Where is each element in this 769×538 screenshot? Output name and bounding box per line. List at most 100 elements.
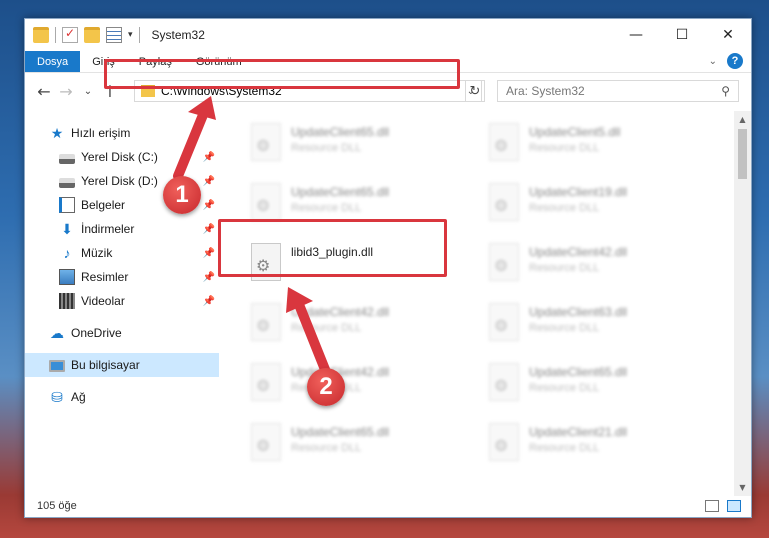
pin-icon: 📌 bbox=[202, 247, 215, 259]
help-icon[interactable]: ? bbox=[727, 53, 743, 69]
details-view-icon[interactable] bbox=[705, 500, 719, 512]
sidebar-item-label: İndirmeler bbox=[81, 222, 135, 236]
computer-icon bbox=[49, 360, 65, 372]
pin-icon: 📌 bbox=[202, 223, 215, 235]
file-name: UpdateClient42.dll bbox=[291, 305, 390, 319]
sidebar-item-onedrive[interactable]: ☁ OneDrive bbox=[25, 321, 219, 345]
dll-file-icon bbox=[251, 423, 281, 461]
dll-file-icon bbox=[489, 123, 519, 161]
sidebar-item-label: Videolar bbox=[81, 294, 125, 308]
back-arrow-icon[interactable]: ← bbox=[33, 82, 55, 101]
file-type: Resource DLL bbox=[529, 322, 600, 334]
maximize-icon[interactable]: ☐ bbox=[659, 19, 705, 51]
file-name: UpdateClient42.dll bbox=[529, 245, 628, 259]
sidebar-item-videos[interactable]: Videolar 📌 bbox=[25, 289, 219, 313]
network-icon: ⛁ bbox=[51, 389, 63, 405]
sidebar-item-label: Müzik bbox=[81, 246, 113, 260]
file-name: UpdateClient65.dll bbox=[529, 365, 628, 379]
cloud-icon: ☁ bbox=[50, 325, 64, 341]
minimize-icon[interactable]: — bbox=[613, 19, 659, 51]
navigation-pane: ★ Hızlı erişim Yerel Disk (C:) 📌 Yerel D… bbox=[25, 111, 219, 496]
sidebar-item-quick-access[interactable]: ★ Hızlı erişim bbox=[25, 121, 219, 145]
file-name: UpdateClient65.dll bbox=[291, 185, 390, 199]
quick-access-toolbar: ▾ System32 bbox=[25, 19, 205, 51]
search-input[interactable]: Ara: System32 ⚲ bbox=[497, 80, 739, 102]
pin-icon: 📌 bbox=[202, 199, 215, 211]
file-item[interactable]: UpdateClient42.dllResource DLL bbox=[483, 237, 713, 293]
status-bar: 105 öğe bbox=[25, 495, 751, 517]
sidebar-item-label: Yerel Disk (D:) bbox=[81, 174, 158, 188]
step-1-badge: 1 bbox=[163, 176, 201, 214]
file-name: UpdateClient19.dll bbox=[529, 185, 628, 199]
tiles-view-icon[interactable] bbox=[727, 500, 741, 512]
documents-icon bbox=[59, 197, 75, 213]
file-list: UpdateClient65.dll Resource DLL UpdateCli… bbox=[221, 111, 735, 496]
scroll-thumb[interactable] bbox=[738, 129, 747, 179]
sidebar-item-label: Resimler bbox=[81, 270, 129, 284]
toolbar-dropdown-icon[interactable]: ▾ bbox=[128, 30, 133, 40]
file-item[interactable]: UpdateClient21.dll Resource DLL bbox=[483, 417, 713, 473]
vertical-scrollbar[interactable]: ▲ ▼ bbox=[734, 111, 751, 496]
file-item[interactable]: UpdateClient42.dllResource DLL bbox=[245, 357, 475, 413]
file-item[interactable]: UpdateClient65.dll Resource DLL bbox=[245, 117, 475, 173]
star-icon: ★ bbox=[50, 125, 64, 141]
music-icon: ♪ bbox=[63, 245, 71, 261]
separator bbox=[55, 27, 56, 43]
file-name: UpdateClient65.dll bbox=[291, 425, 390, 439]
file-item[interactable]: UpdateClient65.dll Resource DLL bbox=[483, 357, 713, 413]
separator bbox=[138, 27, 140, 43]
dll-file-icon bbox=[489, 183, 519, 221]
scroll-up-icon[interactable]: ▲ bbox=[734, 111, 751, 128]
dll-file-icon bbox=[489, 423, 519, 461]
sidebar-item-this-pc[interactable]: Bu bilgisayar bbox=[25, 353, 219, 377]
recent-locations-icon[interactable]: ⌄ bbox=[77, 86, 99, 97]
sidebar-item-label: Belgeler bbox=[81, 198, 126, 212]
properties-check-icon[interactable] bbox=[62, 26, 78, 43]
step-2-badge: 2 bbox=[307, 368, 345, 406]
window-controls: — ☐ ✕ bbox=[613, 19, 751, 51]
file-type: Resource DLL bbox=[291, 322, 362, 334]
customize-icon[interactable] bbox=[106, 27, 122, 43]
item-count: 105 öğe bbox=[37, 500, 77, 512]
refresh-icon[interactable]: ↻ bbox=[465, 80, 485, 102]
address-bar-highlight bbox=[104, 59, 460, 89]
file-type: Resource DLL bbox=[291, 202, 362, 214]
dll-file-icon bbox=[251, 303, 281, 341]
file-item[interactable]: UpdateClient65.dll Resource DLL bbox=[245, 417, 475, 473]
file-type: Resource DLL bbox=[529, 442, 600, 454]
close-icon[interactable]: ✕ bbox=[705, 19, 751, 51]
dll-file-icon bbox=[489, 303, 519, 341]
pin-icon: 📌 bbox=[202, 175, 215, 187]
pin-icon: 📌 bbox=[202, 295, 215, 307]
file-type: Resource DLL bbox=[529, 382, 600, 394]
pictures-icon bbox=[59, 269, 75, 285]
sidebar-item-downloads[interactable]: ⬇ İndirmeler 📌 bbox=[25, 217, 219, 241]
pin-icon: 📌 bbox=[202, 271, 215, 283]
expand-ribbon-icon[interactable]: ⌄ bbox=[709, 56, 717, 67]
dll-file-icon bbox=[489, 243, 519, 281]
forward-arrow-icon[interactable]: → bbox=[55, 82, 77, 101]
dll-file-icon bbox=[251, 123, 281, 161]
tab-file[interactable]: Dosya bbox=[25, 51, 81, 72]
sidebar-item-music[interactable]: ♪ Müzik 📌 bbox=[25, 241, 219, 265]
file-item[interactable]: UpdateClient19.dll Resource DLL bbox=[483, 177, 713, 233]
video-icon bbox=[59, 293, 75, 309]
scroll-down-icon[interactable]: ▼ bbox=[734, 479, 751, 496]
file-item[interactable]: UpdateClient63.dll Resource DLL bbox=[483, 297, 713, 353]
file-name: UpdateClient63.dll bbox=[529, 305, 628, 319]
sidebar-item-disk-c[interactable]: Yerel Disk (C:) 📌 bbox=[25, 145, 219, 169]
sidebar-item-network[interactable]: ⛁ Ağ bbox=[25, 385, 219, 409]
file-name: UpdateClient65.dll bbox=[291, 125, 390, 139]
dll-file-icon bbox=[251, 363, 281, 401]
title-bar: ▾ System32 — ☐ ✕ bbox=[25, 19, 751, 51]
dll-file-icon bbox=[251, 183, 281, 221]
window-title: System32 bbox=[151, 28, 205, 42]
sidebar-item-label: OneDrive bbox=[71, 326, 122, 340]
new-folder-icon[interactable] bbox=[84, 27, 100, 43]
sidebar-item-pictures[interactable]: Resimler 📌 bbox=[25, 265, 219, 289]
drive-icon bbox=[59, 177, 75, 188]
file-item[interactable]: UpdateClient42.dll Resource DLL bbox=[245, 297, 475, 353]
file-type: Resource DLL bbox=[529, 142, 600, 154]
file-item[interactable]: UpdateClient5.dll Resource DLL bbox=[483, 117, 713, 173]
sidebar-item-label: Hızlı erişim bbox=[71, 126, 131, 140]
